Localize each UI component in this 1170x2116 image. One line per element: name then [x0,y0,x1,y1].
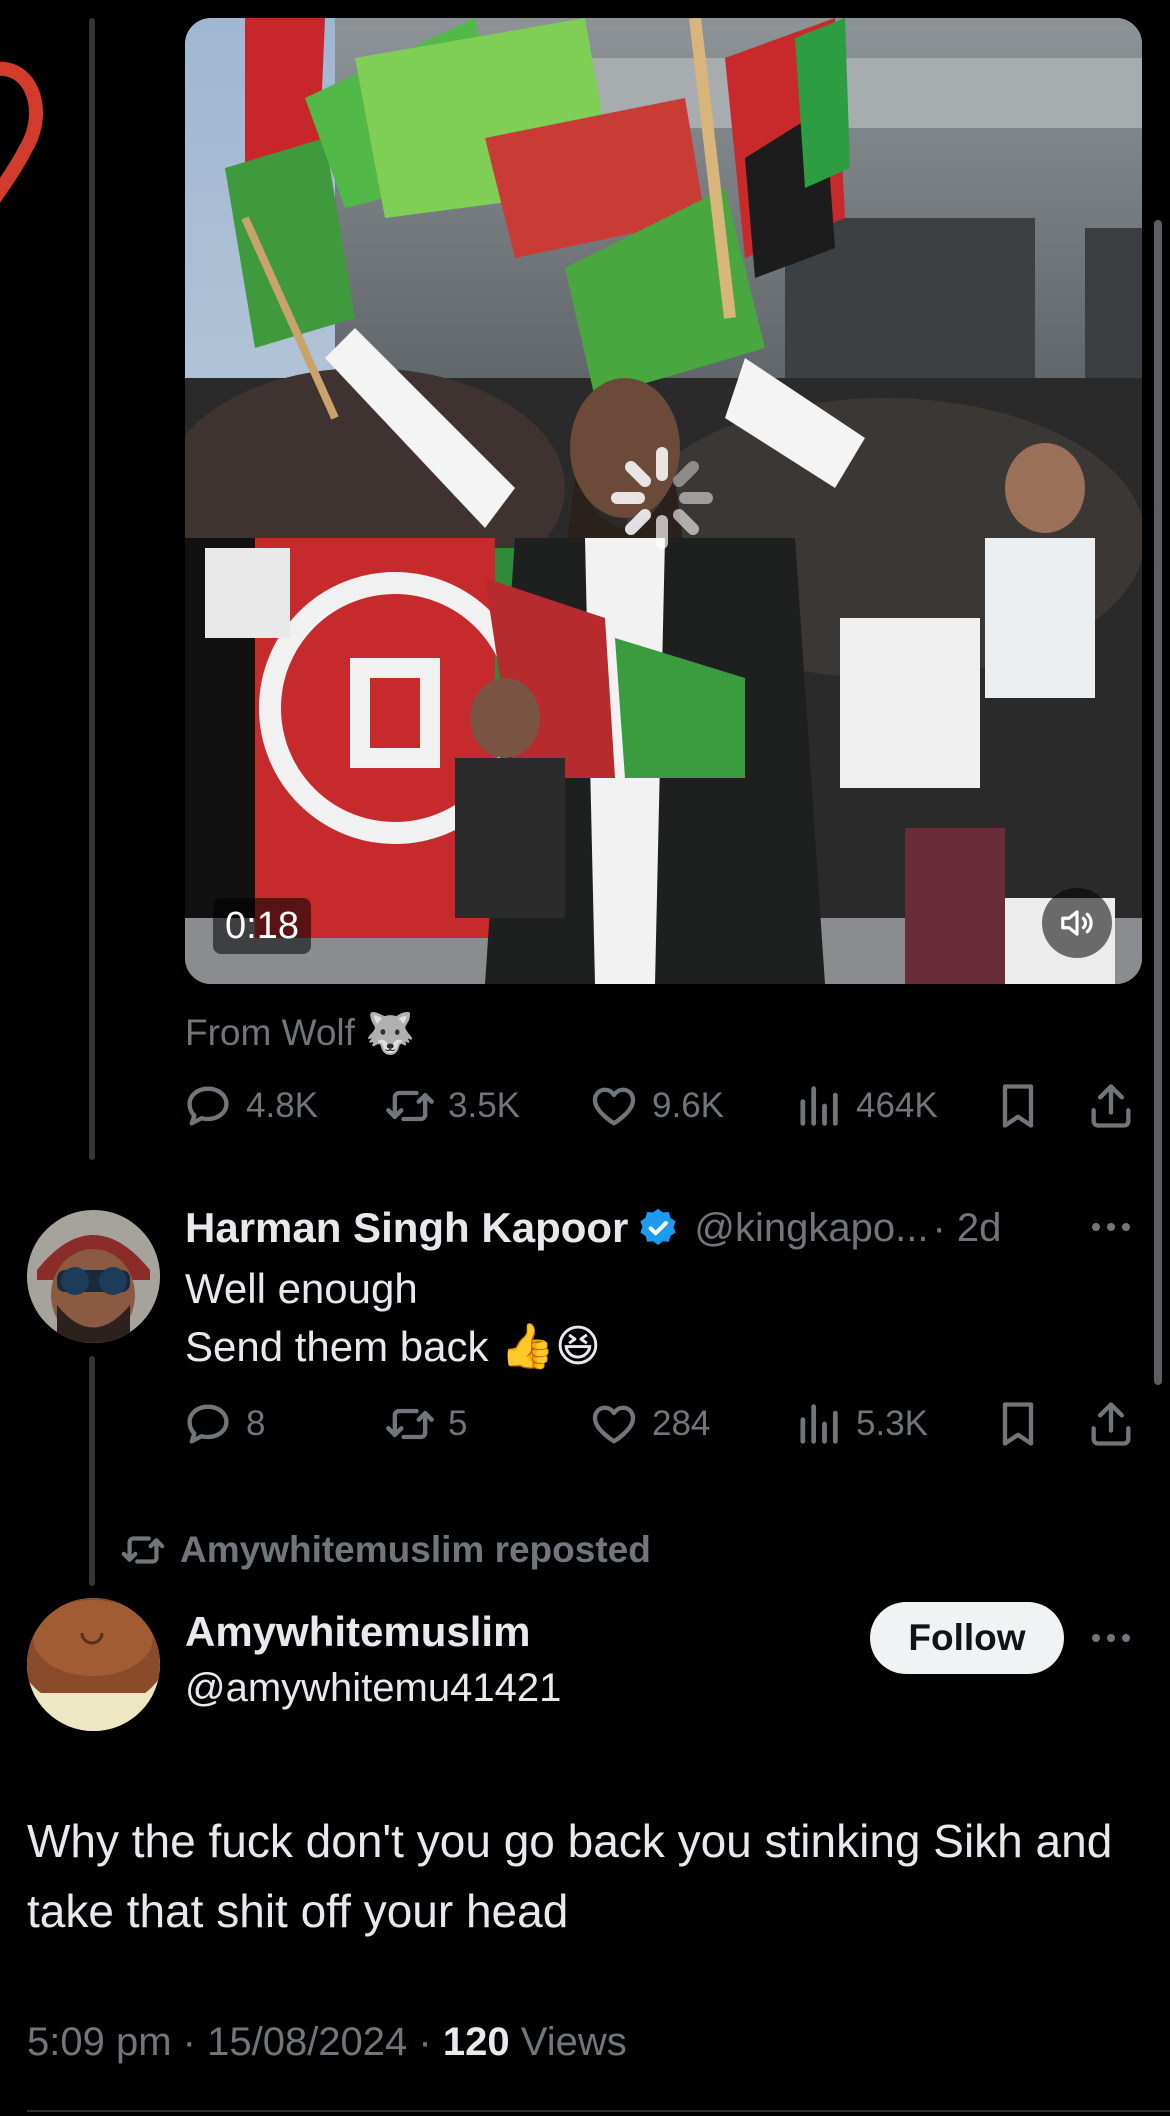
analytics-icon [800,1404,838,1444]
repost-count: 3.5K [448,1086,520,1125]
more-options-button[interactable] [1092,1212,1138,1242]
more-dots-icon [1092,1634,1130,1642]
author-name[interactable]: Harman Singh Kapoor [185,1204,628,1252]
bookmark-icon [1002,1402,1034,1446]
views-button[interactable]: 5.3K [792,1398,928,1450]
repost-icon [121,1536,165,1564]
video-player[interactable]: 0:18 [185,18,1142,984]
views-count: 5.3K [856,1404,928,1443]
reply-text-line2-text: Send them back [185,1323,489,1370]
verified-badge-icon [636,1206,680,1250]
scrollbar[interactable] [1154,220,1162,1385]
separator: · [182,2020,208,2064]
avatar[interactable] [27,1598,160,1731]
emoji: 👍😆 [500,1322,601,1371]
post-timestamp: 5:09 pm · 15/08/2024 · 120 Views [27,2020,627,2065]
share-button[interactable] [1085,1080,1137,1132]
sound-toggle-button[interactable] [1042,888,1112,958]
views-count: 464K [856,1086,938,1125]
like-button[interactable]: 284 [588,1398,710,1450]
reply-text: Well enough Send them back 👍😆 [185,1260,601,1376]
main-author-handle[interactable]: @amywhitemu41421 [185,1666,561,1711]
share-icon [1091,1402,1131,1446]
analytics-icon [800,1086,838,1126]
more-dots-icon [1092,1223,1130,1231]
author-handle[interactable]: @kingkapo... [694,1206,928,1251]
like-count: 9.6K [652,1086,724,1125]
share-button[interactable] [1085,1398,1137,1450]
follow-button[interactable]: Follow [870,1602,1064,1674]
reply-count: 4.8K [246,1086,318,1125]
more-options-button[interactable] [1092,1623,1138,1653]
main-author-name[interactable]: Amywhitemuslim [185,1608,530,1656]
bookmark-button[interactable] [992,1398,1044,1450]
separator: · [418,2020,443,2064]
views-count[interactable]: 120 [443,2020,510,2064]
video-duration-badge: 0:18 [213,898,311,954]
repost-indicator: Amywhitemuslim reposted [120,1522,651,1578]
reply-header: Harman Singh Kapoor @kingkapo... · 2d [185,1198,1001,1258]
avatar[interactable] [27,1210,160,1343]
quoted-source: From Wolf 🐺 [185,1005,415,1061]
heart-emoji-fragment [0,60,45,210]
main-post-text: Why the fuck don't you go back you stink… [27,1815,1113,1937]
reply-text-line2: Send them back 👍😆 [185,1318,601,1376]
share-icon [1091,1084,1131,1128]
repost-icon [386,1408,434,1440]
thread-line [89,18,95,1160]
post-time: 5:09 pm [27,2020,172,2064]
reply-count: 8 [246,1404,266,1443]
bookmark-icon [1002,1084,1034,1128]
repost-button[interactable]: 5 [384,1398,467,1450]
speaker-icon [1061,910,1093,936]
thread-line [89,1356,95,1586]
views-button[interactable]: 464K [792,1080,938,1132]
divider [27,2110,1170,2112]
like-count: 284 [652,1404,711,1443]
spinner-icon [607,443,717,553]
reply-button[interactable]: 8 [182,1398,265,1450]
post-time: · 2d [932,1205,1002,1250]
reply-icon [187,1404,229,1444]
heart-icon [592,1087,636,1126]
repost-label[interactable]: Amywhitemuslim reposted [180,1529,651,1571]
quoted-source-label: From Wolf [185,1012,355,1053]
wolf-emoji: 🐺 [364,1011,415,1056]
heart-icon [592,1405,636,1444]
reply-text-line1: Well enough [185,1265,418,1312]
reply-icon [187,1086,229,1126]
reply-button[interactable]: 4.8K [182,1080,318,1132]
video-duration: 0:18 [225,904,299,947]
repost-count: 5 [448,1404,468,1443]
views-label: Views [520,2020,627,2064]
post-date: 15/08/2024 [207,2020,408,2064]
bookmark-button[interactable] [992,1080,1044,1132]
like-button[interactable]: 9.6K [588,1080,724,1132]
repost-button[interactable]: 3.5K [384,1080,520,1132]
repost-icon [386,1090,434,1122]
